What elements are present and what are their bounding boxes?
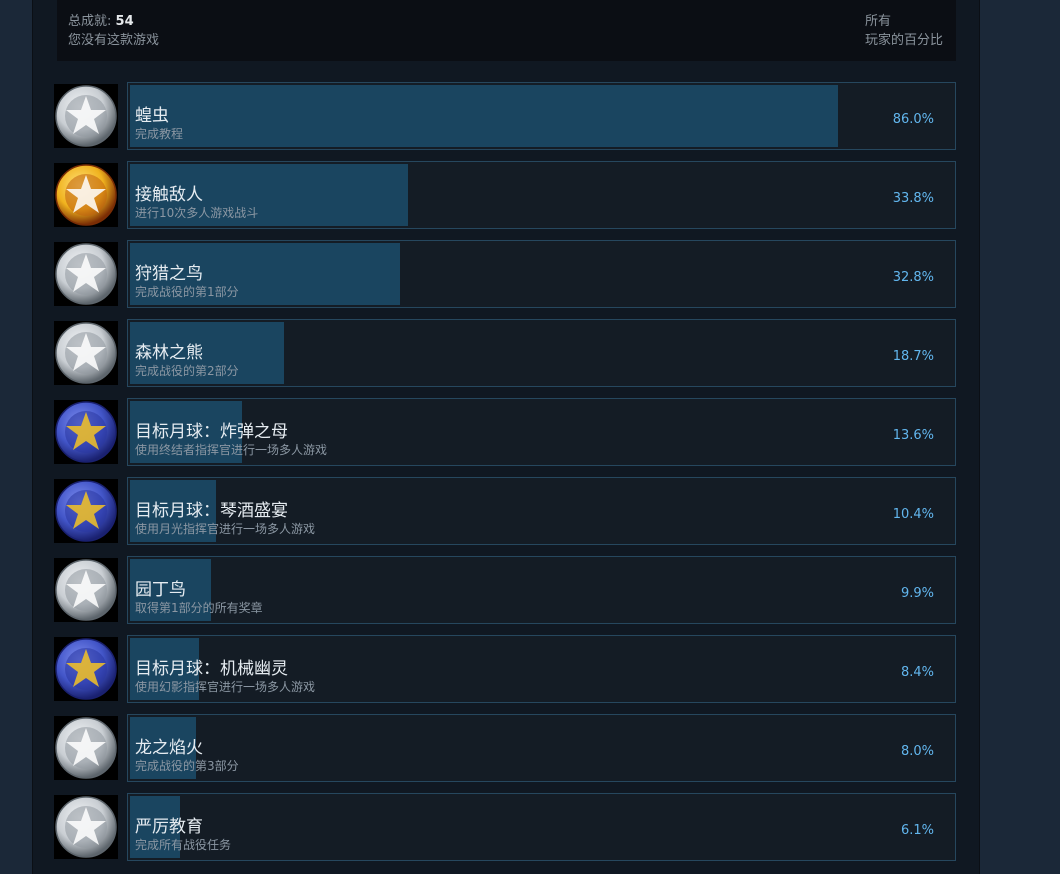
achievement-title: 接触敌人 [135,185,203,205]
achievement-progress-box: 狩猎之鸟 完成战役的第1部分 32.8% [127,240,956,308]
achievement-progress-box: 蝗虫 完成教程 86.0% [127,82,956,150]
achievement-row[interactable]: 目标月球：琴酒盛宴 使用月光指挥官进行一场多人游戏 10.4% [54,477,956,545]
achievement-row[interactable]: 接触敌人 进行10次多人游戏战斗 33.8% [54,161,956,229]
achievement-description: 完成战役的第2部分 [135,364,239,378]
star-info-badge-icon [54,84,118,148]
achievement-percent: 10.4% [892,507,934,522]
bear-star-badge-icon [54,321,118,385]
gardener-bird-badge-icon [54,558,118,622]
achievement-title: 园丁鸟 [135,580,186,600]
achievement-percent: 8.4% [900,665,934,680]
achievement-list: 蝗虫 完成教程 86.0% 接触敌人 进行10次多人游戏战斗 33.8% 狩猎之鸟 完成战役的… [54,82,956,872]
achievement-row[interactable]: 森林之熊 完成战役的第2部分 18.7% [54,319,956,387]
achievement-row[interactable]: 目标月球：机械幽灵 使用幻影指挥官进行一场多人游戏 8.4% [54,635,956,703]
achievement-title: 严厉教育 [135,817,203,837]
achievement-description: 完成教程 [135,127,184,141]
achievement-row[interactable]: 园丁鸟 取得第1部分的所有奖章 9.9% [54,556,956,624]
achievement-progress-box: 接触敌人 进行10次多人游戏战斗 33.8% [127,161,956,229]
achievement-percent: 6.1% [900,823,934,838]
achievement-progress-box: 森林之熊 完成战役的第2部分 18.7% [127,319,956,387]
moon-laurel-medal-icon [54,400,118,464]
achievement-description: 完成战役的第3部分 [135,759,239,773]
achievement-row[interactable]: 严厉教育 完成所有战役任务 6.1% [54,793,956,861]
achievement-percent: 86.0% [892,112,934,127]
not-owned-notice: 您没有这款游戏 [68,33,160,48]
versus-flame-medal-icon [54,163,118,227]
achievement-title: 森林之熊 [135,343,203,363]
achievement-row[interactable]: 目标月球：炸弹之母 使用终结者指挥官进行一场多人游戏 13.6% [54,398,956,466]
achievement-title: 龙之焰火 [135,738,203,758]
achievement-percent: 8.0% [900,744,934,759]
achievement-progress-box: 严厉教育 完成所有战役任务 6.1% [127,793,956,861]
achievement-title: 目标月球：炸弹之母 [135,422,288,442]
achievement-row[interactable]: 狩猎之鸟 完成战役的第1部分 32.8% [54,240,956,308]
ghost-laurel-medal-icon [54,637,118,701]
achievements-summary-header: 总成就: 54 您没有这款游戏 所有 玩家的百分比 [57,0,956,61]
achievement-percent: 18.7% [892,349,934,364]
percent-header-line1: 所有 [864,14,891,29]
achievement-description: 使用幻影指挥官进行一场多人游戏 [135,680,316,694]
achievement-title: 目标月球：机械幽灵 [135,659,288,679]
globe-star-badge-icon [54,795,118,859]
achievement-title: 蝗虫 [135,106,169,126]
percent-column-header: 所有 玩家的百分比 [865,12,943,50]
achievement-description: 使用月光指挥官进行一场多人游戏 [135,522,316,536]
achievement-percent: 32.8% [892,270,934,285]
achievement-description: 取得第1部分的所有奖章 [135,601,263,615]
dragon-badge-icon [54,716,118,780]
total-achievements-label: 总成就: [68,14,112,29]
achievement-title: 目标月球：琴酒盛宴 [135,501,288,521]
achievement-description: 使用终结者指挥官进行一场多人游戏 [135,443,328,457]
achievement-progress-box: 目标月球：机械幽灵 使用幻影指挥官进行一场多人游戏 8.4% [127,635,956,703]
summary-left: 总成就: 54 您没有这款游戏 [68,12,159,50]
achievement-description: 进行10次多人游戏战斗 [135,206,259,220]
achievement-title: 狩猎之鸟 [135,264,203,284]
total-achievements-value: 54 [115,14,134,29]
bottle-laurel-medal-icon [54,479,118,543]
achievement-percent-fill [130,85,838,147]
percent-header-line2: 玩家的百分比 [864,33,943,48]
bird-emblem-icon [54,242,118,306]
achievement-progress-box: 目标月球：琴酒盛宴 使用月光指挥官进行一场多人游戏 10.4% [127,477,956,545]
achievement-progress-box: 目标月球：炸弹之母 使用终结者指挥官进行一场多人游戏 13.6% [127,398,956,466]
achievement-percent: 13.6% [892,428,934,443]
achievement-percent: 33.8% [892,191,934,206]
achievement-progress-box: 园丁鸟 取得第1部分的所有奖章 9.9% [127,556,956,624]
achievement-percent: 9.9% [900,586,934,601]
achievement-description: 完成所有战役任务 [135,838,232,852]
achievement-row[interactable]: 蝗虫 完成教程 86.0% [54,82,956,150]
achievement-description: 完成战役的第1部分 [135,285,239,299]
achievement-progress-box: 龙之焰火 完成战役的第3部分 8.0% [127,714,956,782]
achievement-row[interactable]: 龙之焰火 完成战役的第3部分 8.0% [54,714,956,782]
